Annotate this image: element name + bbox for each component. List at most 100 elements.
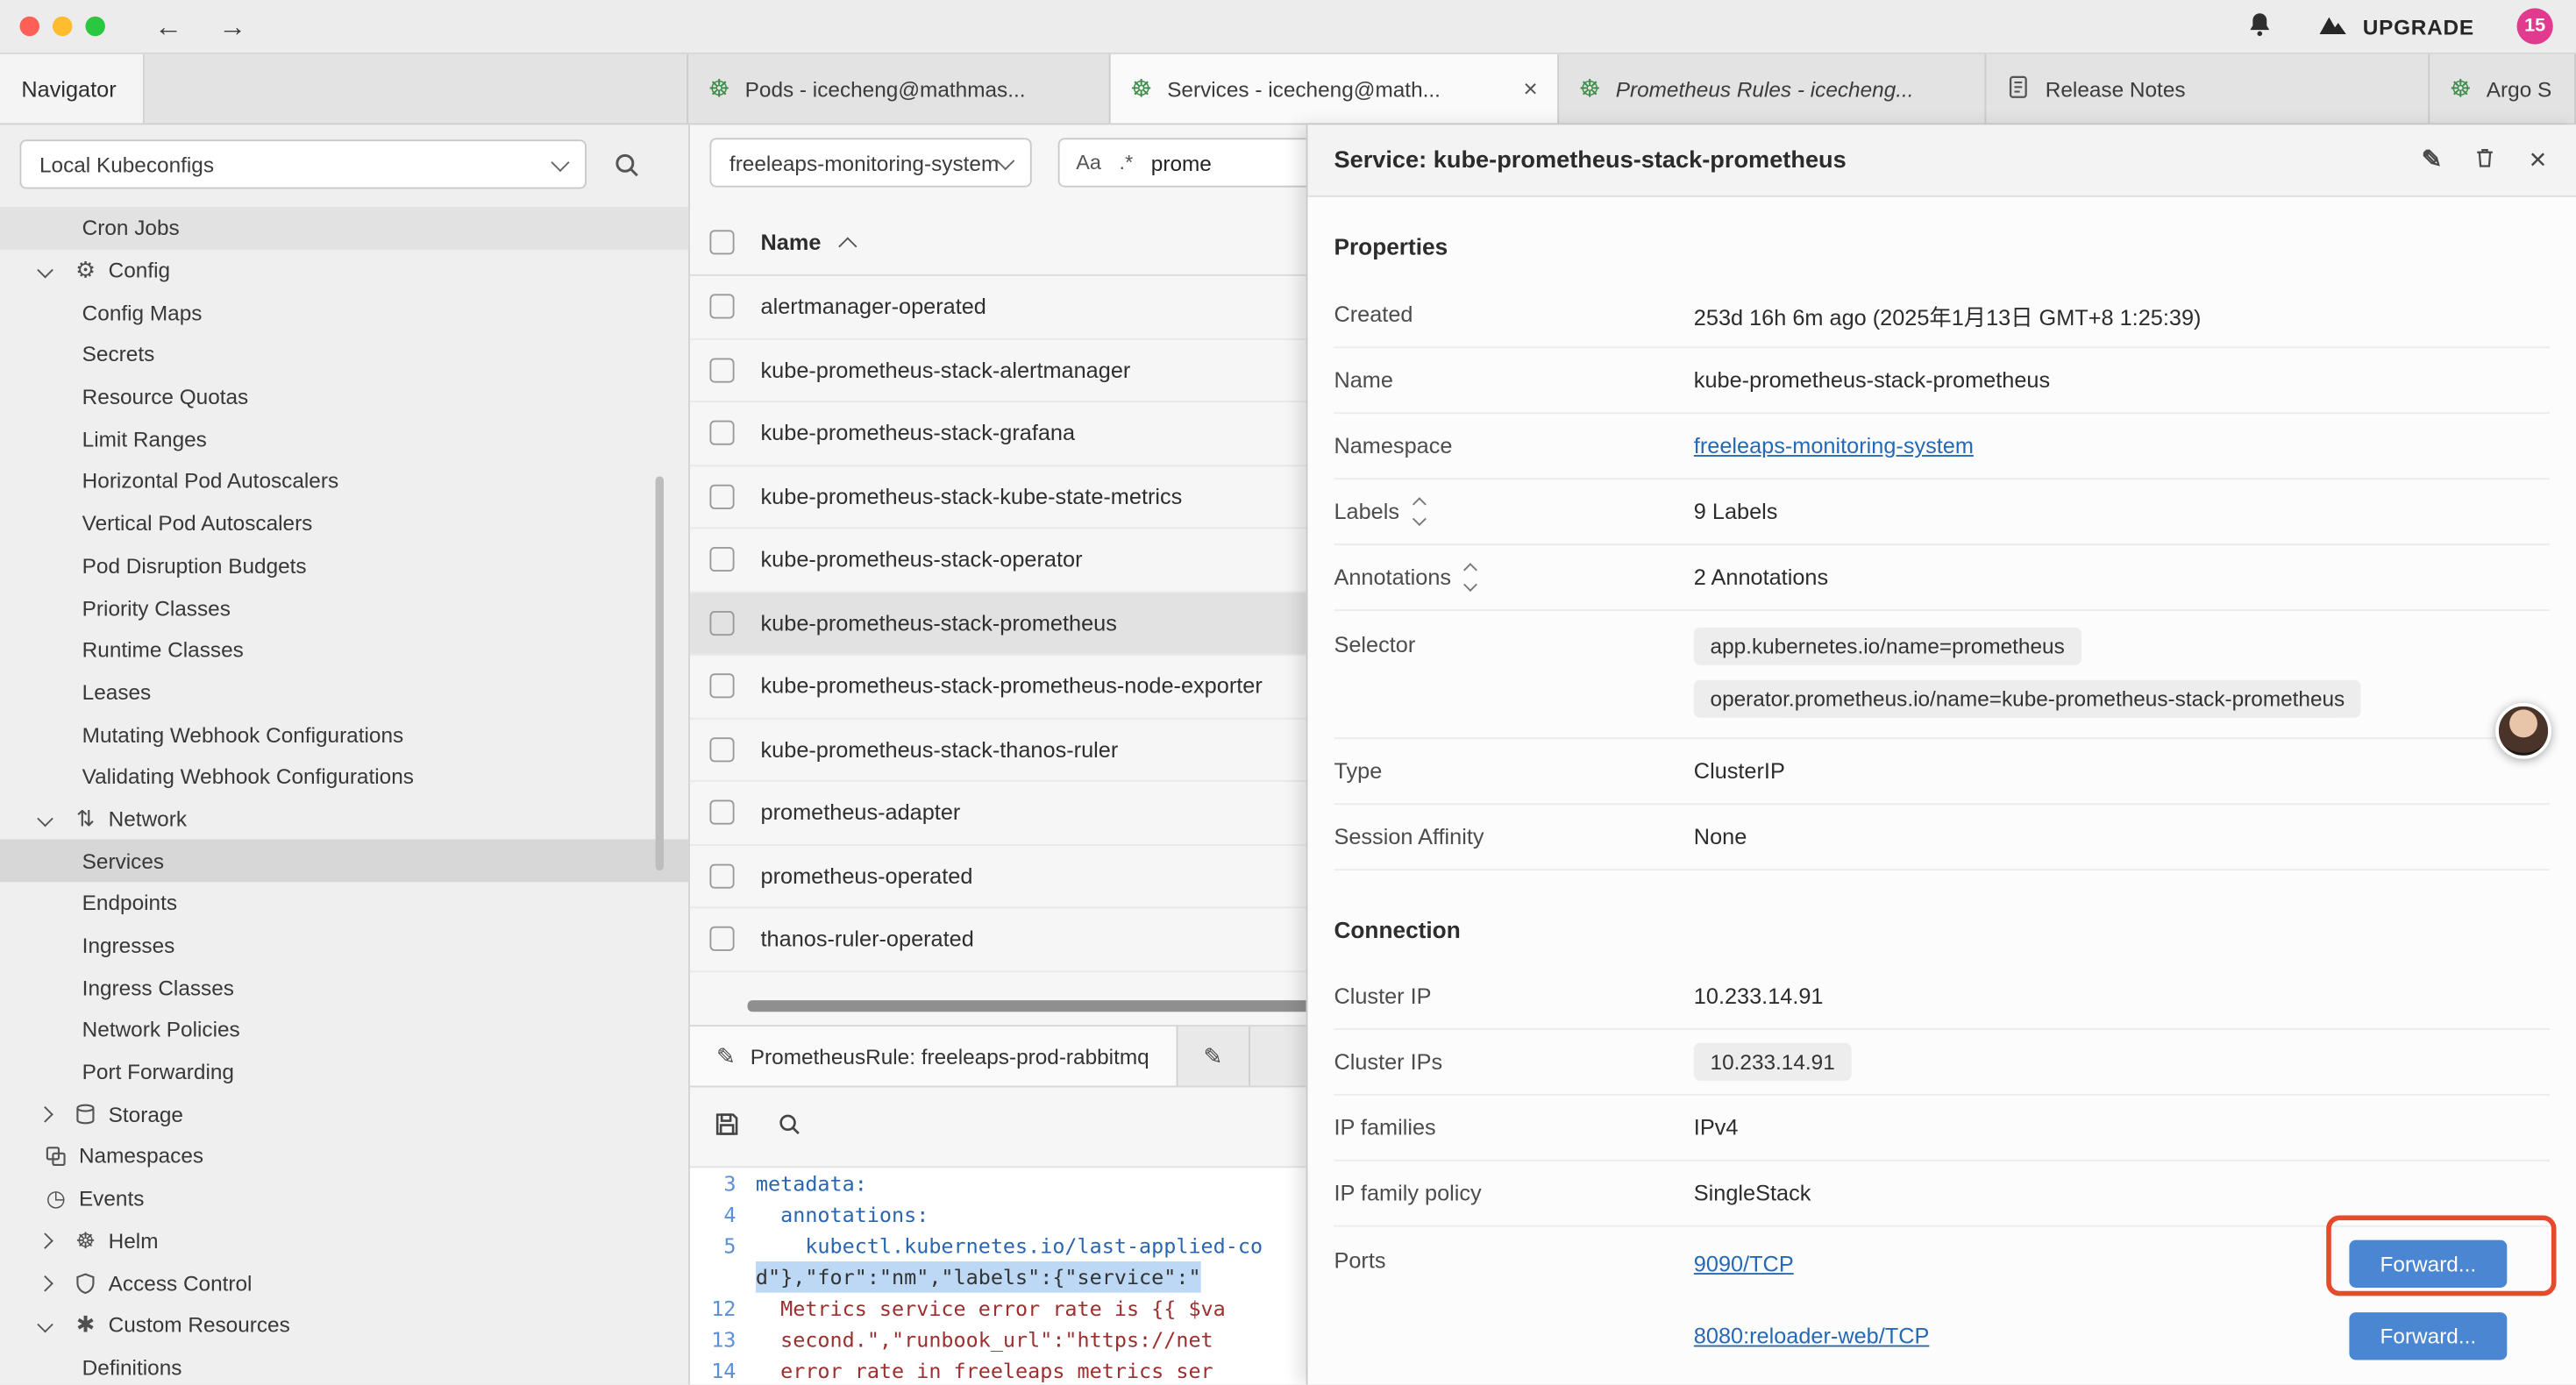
tab-argo[interactable]: ☸ Argo S (2430, 54, 2576, 124)
tab-prometheus-rules[interactable]: ☸ Prometheus Rules - icecheng... (1559, 54, 1986, 124)
title-bar: ← → UPGRADE 15 (0, 0, 2576, 54)
namespace-link[interactable]: freeleaps-monitoring-system (1694, 434, 1974, 458)
sidebar-item-cron-jobs[interactable]: Cron Jobs (0, 207, 688, 249)
notification-count-badge[interactable]: 15 (2517, 8, 2553, 44)
sidebar-item-leases[interactable]: Leases (0, 671, 688, 714)
port-link[interactable]: 8080:reloader-web/TCP (1694, 1323, 1930, 1347)
row-checkbox[interactable] (709, 674, 734, 699)
sidebar-item-namespaces[interactable]: Namespaces (0, 1135, 688, 1177)
sidebar-item-ingresses[interactable]: Ingresses (0, 924, 688, 966)
tab-services[interactable]: ☸ Services - icecheng@math... × (1111, 54, 1560, 124)
tab-pods[interactable]: ☸ Pods - icecheng@mathmas... (688, 54, 1111, 124)
sidebar-item-horizontal-pod-autoscalers[interactable]: Horizontal Pod Autoscalers (0, 460, 688, 502)
name-column-header[interactable]: Name (761, 230, 822, 254)
upgrade-button[interactable]: UPGRADE (2316, 11, 2474, 41)
save-button[interactable] (713, 1111, 741, 1143)
chevron-down-icon (37, 1317, 53, 1333)
close-icon[interactable]: × (2530, 143, 2547, 177)
property-row-session-affinity: Session Affinity None (1334, 805, 2550, 870)
sidebar-scrollbar[interactable] (656, 476, 664, 870)
row-checkbox[interactable] (709, 800, 734, 825)
editor-search-button[interactable] (777, 1112, 801, 1142)
mountains-icon (2316, 11, 2349, 41)
forward-button[interactable]: Forward... (2349, 1311, 2507, 1359)
row-checkbox[interactable] (709, 484, 734, 508)
sidebar-search-icon[interactable] (613, 150, 641, 178)
line-number (690, 1261, 756, 1293)
sidebar-item-limit-ranges[interactable]: Limit Ranges (0, 418, 688, 460)
sidebar-item-storage[interactable]: Storage (0, 1093, 688, 1135)
notifications-bell-icon[interactable] (2246, 10, 2274, 42)
sidebar-item-mutating-webhook-configurations[interactable]: Mutating Webhook Configurations (0, 714, 688, 756)
sidebar-item-validating-webhook-configurations[interactable]: Validating Webhook Configurations (0, 756, 688, 798)
tab-release-notes[interactable]: Release Notes (1986, 54, 2430, 124)
row-checkbox[interactable] (709, 547, 734, 572)
row-checkbox[interactable] (709, 611, 734, 636)
sidebar-item-network-policies[interactable]: Network Policies (0, 1009, 688, 1051)
sidebar-item-definitions[interactable]: Definitions (0, 1346, 688, 1385)
sidebar-item-runtime-classes[interactable]: Runtime Classes (0, 629, 688, 671)
row-checkbox[interactable] (709, 421, 734, 445)
back-button[interactable]: ← (154, 12, 182, 40)
chevron-right-icon (37, 1275, 53, 1291)
property-row-selector: Selector app.kubernetes.io/name=promethe… (1334, 611, 2550, 739)
service-details-drawer: Service: kube-prometheus-stack-prometheu… (1306, 124, 2576, 1384)
forward-button[interactable]: → (218, 12, 246, 40)
dock-tab-stub[interactable]: ✎ (1178, 1026, 1251, 1085)
chevron-down-icon (37, 811, 53, 827)
kubeconfig-select[interactable]: Local Kubeconfigs (19, 139, 586, 188)
row-checkbox[interactable] (709, 358, 734, 382)
sidebar-item-services[interactable]: Services (0, 840, 688, 882)
port-line: 8080:reloader-web/TCP Forward... (1694, 1299, 2550, 1371)
expand-toggle-icon[interactable] (1414, 500, 1424, 523)
forward-button[interactable]: Forward... (2349, 1239, 2507, 1287)
storage-icon (69, 1102, 102, 1126)
select-all-checkbox[interactable] (709, 230, 734, 254)
regex-toggle[interactable]: .* (1120, 151, 1134, 174)
port-link[interactable]: 9090/TCP (1694, 1251, 1794, 1275)
sidebar-item-access-control[interactable]: Access Control (0, 1261, 688, 1303)
row-checkbox[interactable] (709, 737, 734, 762)
chevron-down-icon (37, 262, 53, 279)
sidebar-item-pod-disruption-budgets[interactable]: Pod Disruption Budgets (0, 544, 688, 586)
window-minimize-button[interactable] (53, 17, 72, 36)
namespace-select[interactable]: freeleaps-monitoring-system (709, 138, 1031, 187)
sidebar-item-network[interactable]: ⇅ Network (0, 798, 688, 840)
network-arrows-icon: ⇅ (69, 807, 102, 829)
sidebar-item-secrets[interactable]: Secrets (0, 333, 688, 375)
window-zoom-button[interactable] (85, 17, 104, 36)
row-checkbox[interactable] (709, 863, 734, 888)
sidebar-item-ingress-classes[interactable]: Ingress Classes (0, 966, 688, 1008)
sidebar-item-events[interactable]: ◷ Events (0, 1177, 688, 1219)
expand-toggle-icon[interactable] (1466, 565, 1476, 589)
sidebar-item-helm[interactable]: ☸ Helm (0, 1219, 688, 1261)
property-row-namespace: Namespace freeleaps-monitoring-system (1334, 414, 2550, 479)
delete-icon[interactable] (2473, 144, 2498, 176)
row-checkbox[interactable] (709, 927, 734, 951)
user-avatar[interactable] (2495, 703, 2551, 759)
navigator-tree: Cron Jobs ⚙ Config Config Maps Secrets R… (0, 201, 688, 1385)
tab-close-icon[interactable]: × (1510, 75, 1537, 103)
sidebar-item-endpoints[interactable]: Endpoints (0, 882, 688, 924)
row-checkbox[interactable] (709, 295, 734, 319)
edit-icon[interactable]: ✎ (2422, 148, 2443, 173)
pencil-icon: ✎ (1204, 1045, 1223, 1068)
kubernetes-icon: ☸ (1579, 76, 1601, 101)
sidebar-item-config-maps[interactable]: Config Maps (0, 291, 688, 333)
connection-row-ip-family-policy: IP family policy SingleStack (1334, 1161, 2550, 1227)
dock-tab-prometheusrule[interactable]: ✎ PrometheusRule: freeleaps-prod-rabbitm… (690, 1026, 1178, 1085)
sidebar-item-resource-quotas[interactable]: Resource Quotas (0, 376, 688, 418)
sidebar-item-priority-classes[interactable]: Priority Classes (0, 586, 688, 629)
app-window: ← → UPGRADE 15 Navigator ☸ Pods - iceche… (0, 0, 2576, 1385)
sort-ascending-icon[interactable] (838, 237, 857, 255)
sidebar-item-port-forwarding[interactable]: Port Forwarding (0, 1051, 688, 1093)
kubernetes-icon: ☸ (2450, 76, 2472, 101)
window-close-button[interactable] (19, 17, 39, 36)
sidebar-item-config[interactable]: ⚙ Config (0, 249, 688, 291)
search-query-text: prome (1151, 150, 1212, 174)
sidebar-item-vertical-pod-autoscalers[interactable]: Vertical Pod Autoscalers (0, 502, 688, 544)
match-case-toggle[interactable]: Aa (1076, 151, 1101, 174)
sidebar-item-custom-resources[interactable]: ✱ Custom Resources (0, 1303, 688, 1346)
asterisk-icon: ✱ (69, 1314, 102, 1336)
clock-icon: ◷ (39, 1188, 72, 1210)
